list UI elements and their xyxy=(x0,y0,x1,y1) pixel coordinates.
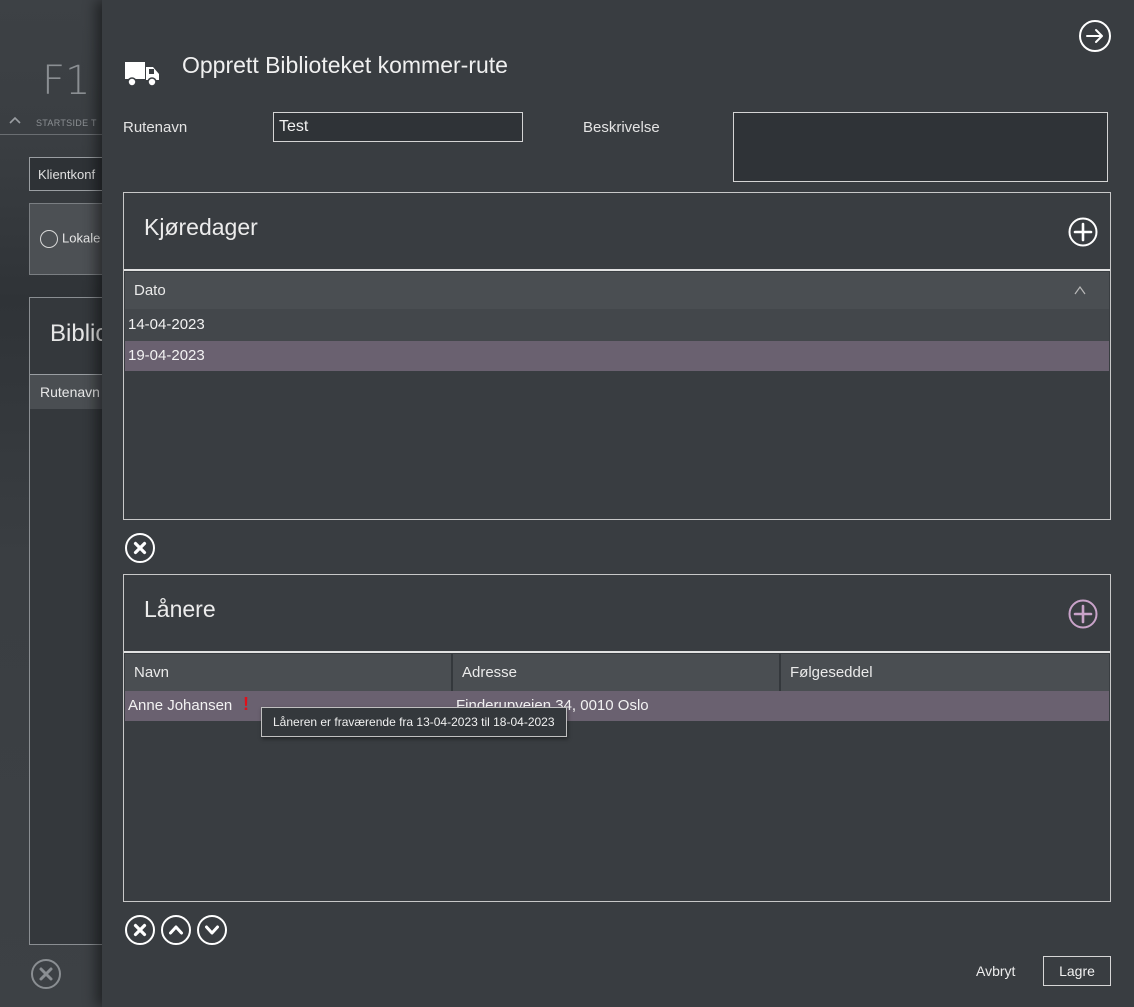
background-panel-title: Biblio xyxy=(50,320,109,347)
add-laner-icon[interactable] xyxy=(1068,599,1098,629)
beskrivelse-textarea[interactable] xyxy=(733,112,1108,182)
table-row-selected[interactable]: 19-04-2023 xyxy=(125,341,1109,371)
cell-dato: 14-04-2023 xyxy=(128,316,205,333)
lanere-title: Lånere xyxy=(144,596,216,622)
app-root: F1 STARTSIDE T Klientkonf Lokale Biblio … xyxy=(0,0,1134,1007)
absence-warning-icon[interactable]: ! xyxy=(243,694,249,715)
close-circle-icon[interactable] xyxy=(30,958,62,990)
column-header-folgeseddel[interactable]: Følgeseddel xyxy=(790,664,873,681)
kjoredager-grid-header: Dato xyxy=(125,272,1109,309)
modal-title: Opprett Biblioteket kommer-rute xyxy=(182,52,508,78)
sort-ascending-icon[interactable] xyxy=(1074,285,1086,295)
lanere-grid-header: Navn Adresse Følgeseddel xyxy=(125,654,1109,691)
cell-dato: 19-04-2023 xyxy=(128,347,205,364)
nav-divider xyxy=(0,134,110,135)
column-header-navn[interactable]: Navn xyxy=(134,664,169,681)
klientkonfigurasjon-label: Klientkonf xyxy=(38,167,96,182)
kjoredager-header-divider xyxy=(124,269,1110,271)
column-divider[interactable] xyxy=(779,654,781,691)
absence-tooltip: Låneren er fraværende fra 13-04-2023 til… xyxy=(261,707,567,737)
truck-icon xyxy=(125,62,159,87)
column-header-adresse[interactable]: Adresse xyxy=(462,664,517,681)
lanere-header-divider xyxy=(124,651,1110,653)
cell-navn: Anne Johansen xyxy=(128,697,233,714)
column-header-dato[interactable]: Dato xyxy=(134,282,166,299)
save-button[interactable]: Lagre xyxy=(1043,956,1111,986)
column-divider[interactable] xyxy=(451,654,453,691)
kjoredager-title: Kjøredager xyxy=(144,214,258,240)
rutenavn-label: Rutenavn xyxy=(123,119,188,136)
lanere-section: Lånere Navn Adresse Følgeseddel Anne Joh… xyxy=(123,574,1111,902)
app-logo: F1 xyxy=(42,58,91,104)
add-kjoredag-icon[interactable] xyxy=(1068,217,1098,247)
remove-kjoredag-icon[interactable] xyxy=(124,532,156,564)
cancel-button[interactable]: Avbryt xyxy=(976,963,1015,979)
kjoredager-section: Kjøredager Dato 14-04-2023 19-04-2023 xyxy=(123,192,1111,520)
move-up-icon[interactable] xyxy=(160,914,192,946)
lokale-label: Lokale xyxy=(62,230,101,246)
remove-laner-icon[interactable] xyxy=(124,914,156,946)
nav-startside[interactable]: STARTSIDE T xyxy=(36,118,97,128)
chevron-up-icon[interactable] xyxy=(8,115,22,125)
rutenavn-input[interactable] xyxy=(273,112,523,142)
lokale-radio[interactable] xyxy=(40,230,58,248)
move-down-icon[interactable] xyxy=(196,914,228,946)
create-route-modal: Opprett Biblioteket kommer-rute Rutenavn… xyxy=(102,0,1134,1007)
beskrivelse-label: Beskrivelse xyxy=(583,119,660,136)
table-row[interactable]: 14-04-2023 xyxy=(125,309,1109,341)
exit-arrow-icon[interactable] xyxy=(1078,19,1112,53)
